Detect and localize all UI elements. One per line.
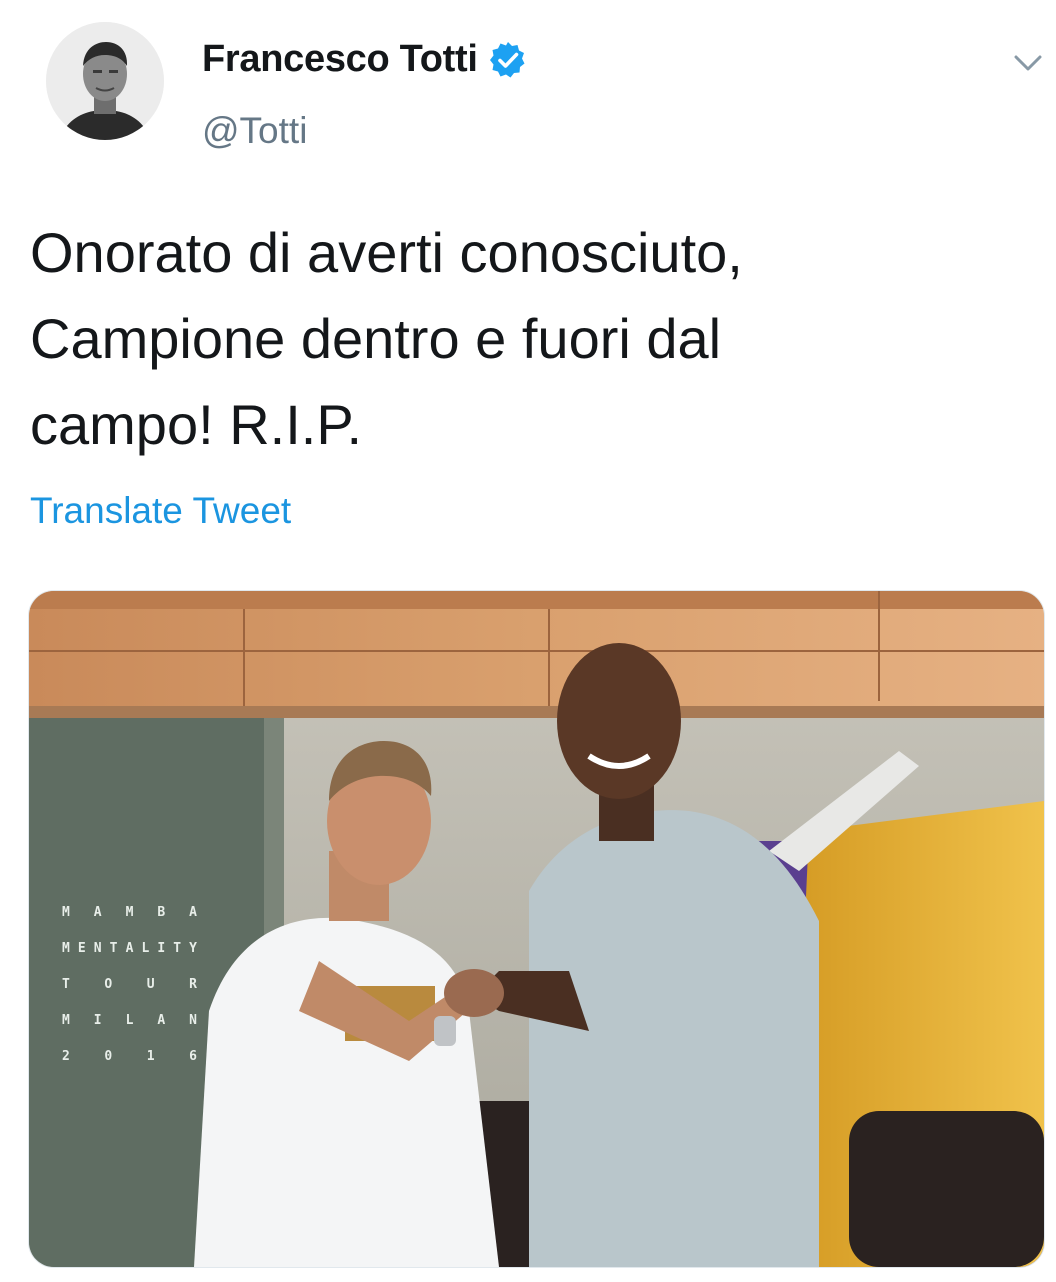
wall-line: MAMBA — [62, 905, 200, 920]
avatar-photo-icon — [46, 22, 164, 140]
tweet-text: Onorato di averti conosciuto, Campione d… — [30, 221, 743, 456]
wall-line: MILAN — [62, 1013, 200, 1028]
wall-line: 2016 — [62, 1049, 200, 1064]
chevron-down-icon[interactable] — [1010, 50, 1046, 76]
author-name-row[interactable]: Francesco Totti — [202, 38, 528, 81]
verified-badge-icon — [488, 40, 528, 80]
wall-line: TOUR — [62, 977, 200, 992]
photo-wall-text: MAMBA MENTALITY TOUR MILAN 2016 — [62, 905, 200, 1085]
author-avatar[interactable] — [46, 22, 164, 140]
translate-tweet-link[interactable]: Translate Tweet — [30, 490, 291, 532]
author-handle[interactable]: @Totti — [202, 110, 307, 152]
author-display-name[interactable]: Francesco Totti — [202, 38, 478, 81]
wall-line: MENTALITY — [62, 941, 200, 956]
